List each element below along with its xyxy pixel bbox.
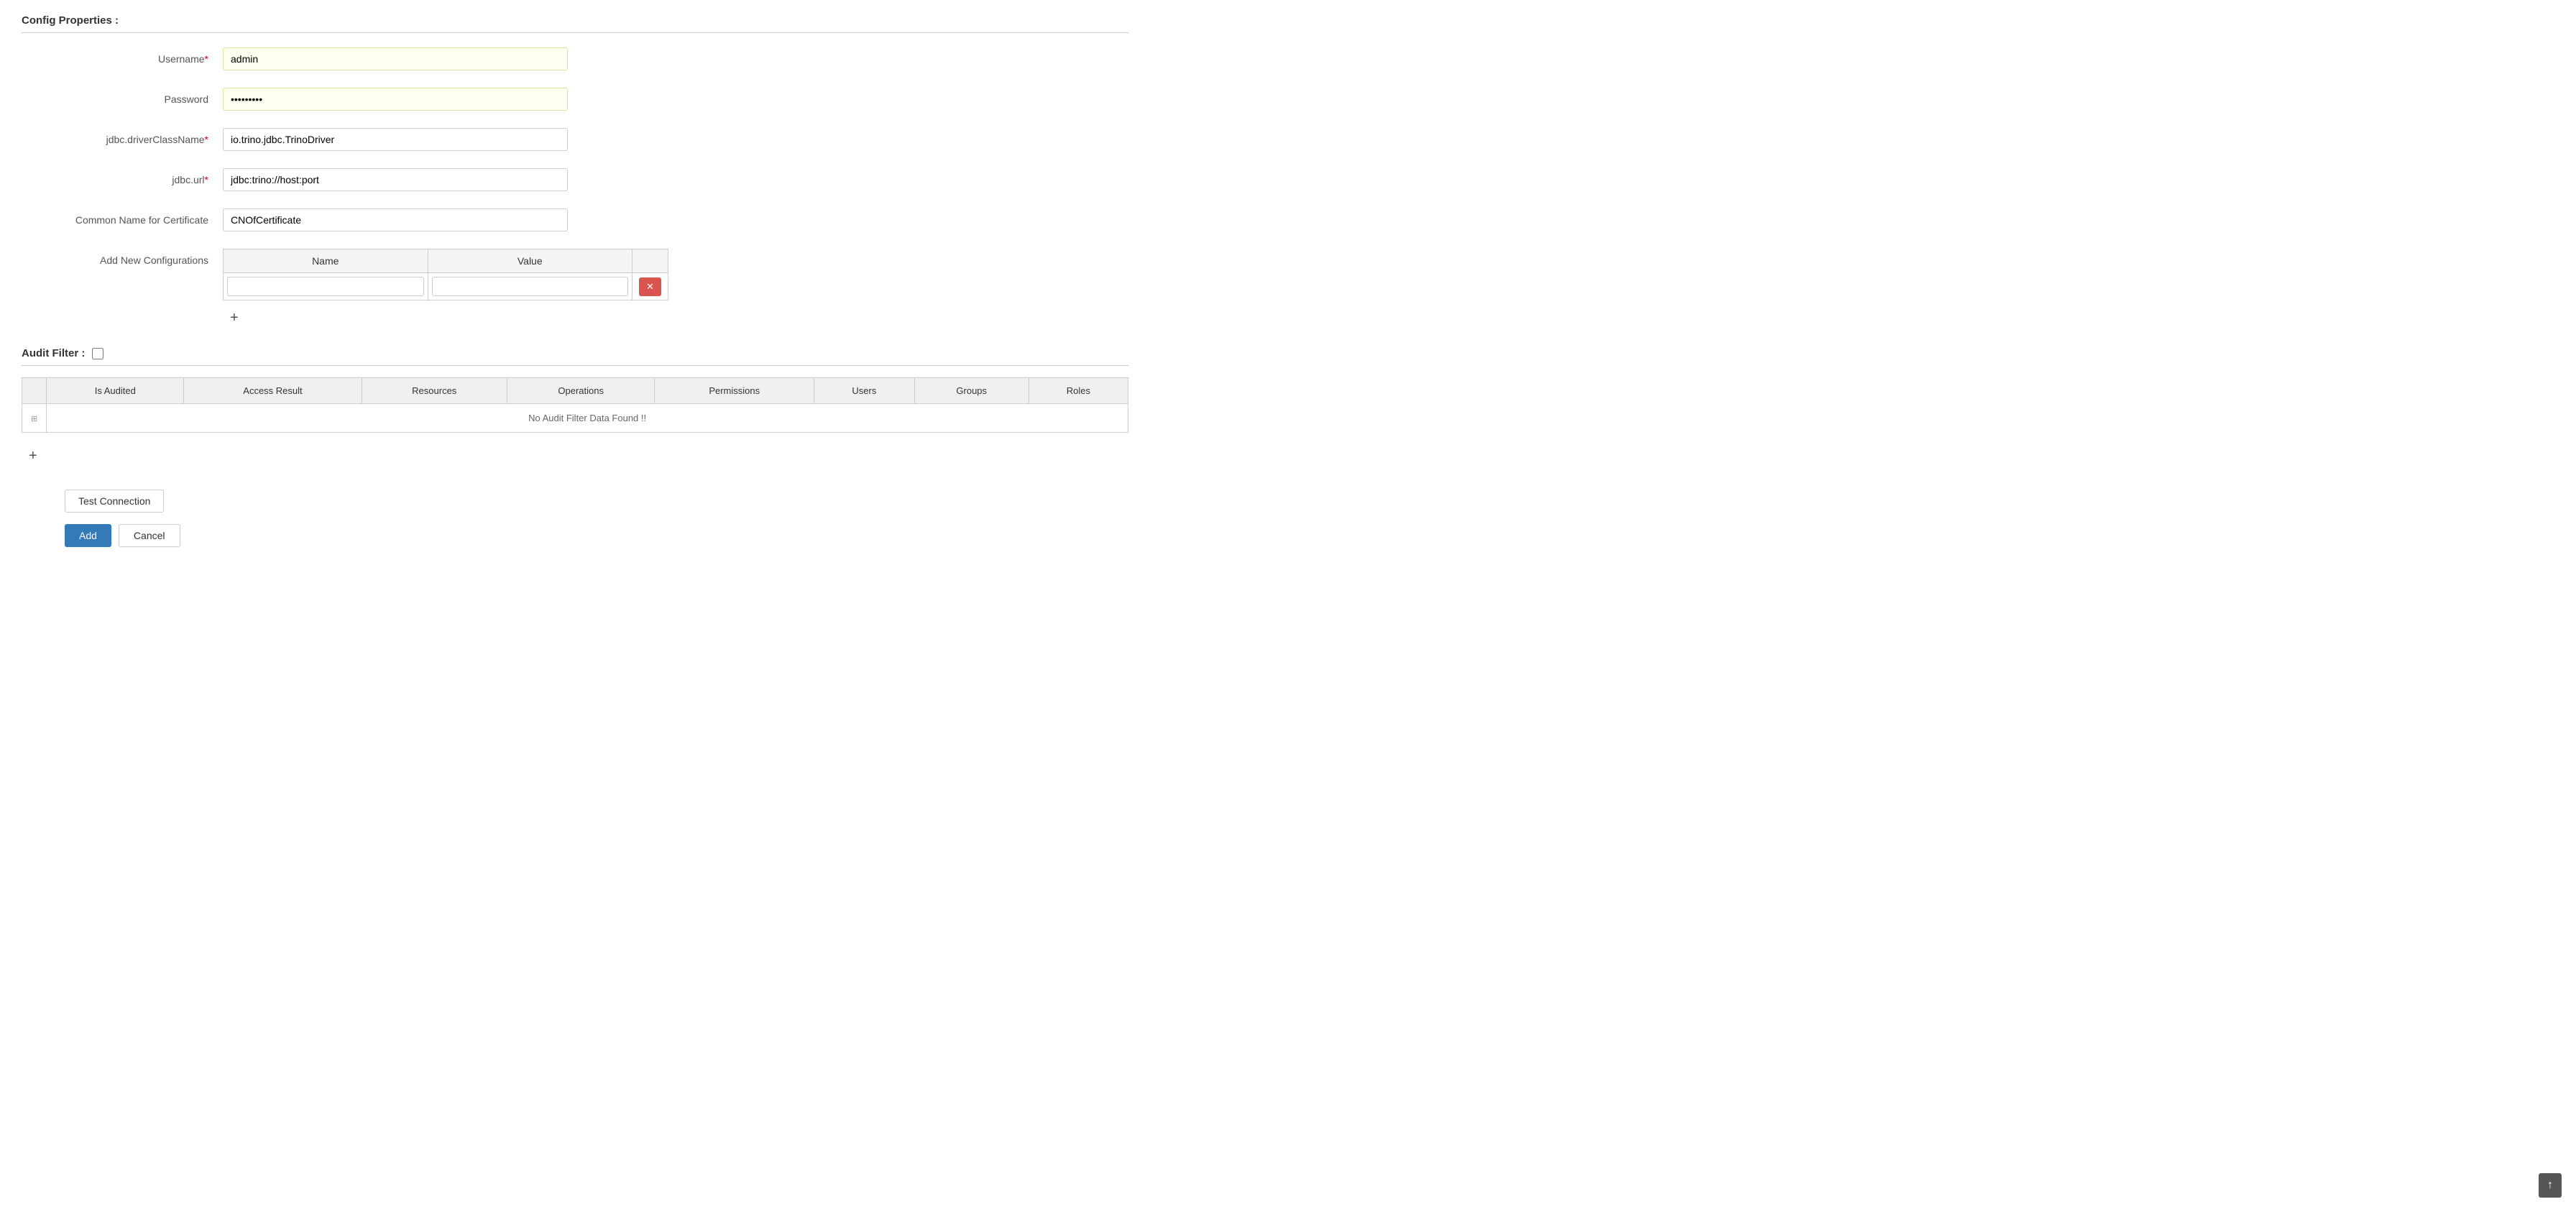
audit-filter-checkbox[interactable] xyxy=(92,348,104,359)
username-input[interactable] xyxy=(223,47,568,70)
jdbc-url-input[interactable] xyxy=(223,168,568,191)
common-name-row: Common Name for Certificate xyxy=(22,208,1128,231)
jdbc-driver-label: jdbc.driverClassName* xyxy=(22,128,223,145)
config-delete-button[interactable]: ✕ xyxy=(639,277,661,296)
scroll-to-top-button[interactable]: ↑ xyxy=(2539,1173,2562,1198)
action-row: Add Cancel xyxy=(22,524,1128,547)
test-connection-button[interactable]: Test Connection xyxy=(65,490,164,513)
page-container: Config Properties : Username* Password j… xyxy=(0,0,1150,561)
add-new-config-row: Add New Configurations Name Value xyxy=(22,249,1128,330)
username-label: Username* xyxy=(22,47,223,65)
audit-col-groups: Groups xyxy=(914,378,1029,404)
config-table-wrapper: Name Value ✕ xyxy=(223,249,668,330)
common-name-input[interactable] xyxy=(223,208,568,231)
audit-no-data-cell: No Audit Filter Data Found !! xyxy=(47,404,1128,433)
jdbc-driver-input[interactable] xyxy=(223,128,568,151)
audit-col-operations: Operations xyxy=(507,378,655,404)
jdbc-driver-row: jdbc.driverClassName* xyxy=(22,128,1128,151)
audit-no-data-icon-cell: ⊞ xyxy=(22,404,47,433)
config-name-cell xyxy=(224,273,428,300)
config-value-cell xyxy=(428,273,632,300)
jdbc-url-row: jdbc.url* xyxy=(22,168,1128,191)
add-button[interactable]: Add xyxy=(65,524,111,547)
audit-col-permissions: Permissions xyxy=(655,378,814,404)
config-table-row: ✕ xyxy=(224,273,668,300)
config-col-action xyxy=(632,249,668,273)
audit-col-checkbox xyxy=(22,378,47,404)
test-connection-row: Test Connection xyxy=(22,490,1128,513)
config-delete-cell: ✕ xyxy=(632,273,668,300)
add-new-config-label: Add New Configurations xyxy=(22,249,223,266)
password-input[interactable] xyxy=(223,88,568,111)
cancel-button[interactable]: Cancel xyxy=(119,524,180,547)
config-col-value: Value xyxy=(428,249,632,273)
config-col-name: Name xyxy=(224,249,428,273)
config-name-input[interactable] xyxy=(227,277,424,296)
add-config-row-button[interactable]: + xyxy=(223,306,246,330)
audit-table-header-row: Is Audited Access Result Resources Opera… xyxy=(22,378,1128,404)
config-properties-title: Config Properties : xyxy=(22,14,1128,33)
audit-col-access-result: Access Result xyxy=(184,378,362,404)
audit-filter-title: Audit Filter : xyxy=(22,347,1128,366)
audit-row-icon: ⊞ xyxy=(31,415,37,423)
audit-col-resources: Resources xyxy=(362,378,507,404)
common-name-label: Common Name for Certificate xyxy=(22,208,223,226)
password-row: Password xyxy=(22,88,1128,111)
config-table: Name Value ✕ xyxy=(223,249,668,300)
audit-no-data-row: ⊞ No Audit Filter Data Found !! xyxy=(22,404,1128,433)
password-label: Password xyxy=(22,88,223,105)
audit-col-roles: Roles xyxy=(1029,378,1128,404)
username-row: Username* xyxy=(22,47,1128,70)
audit-filter-section: Audit Filter : Is Audited Access Result … xyxy=(22,347,1128,482)
audit-col-users: Users xyxy=(814,378,914,404)
add-audit-row-button[interactable]: + xyxy=(22,444,45,468)
config-value-input[interactable] xyxy=(432,277,629,296)
audit-col-is-audited: Is Audited xyxy=(47,378,184,404)
jdbc-url-label: jdbc.url* xyxy=(22,168,223,185)
audit-table: Is Audited Access Result Resources Opera… xyxy=(22,377,1128,433)
